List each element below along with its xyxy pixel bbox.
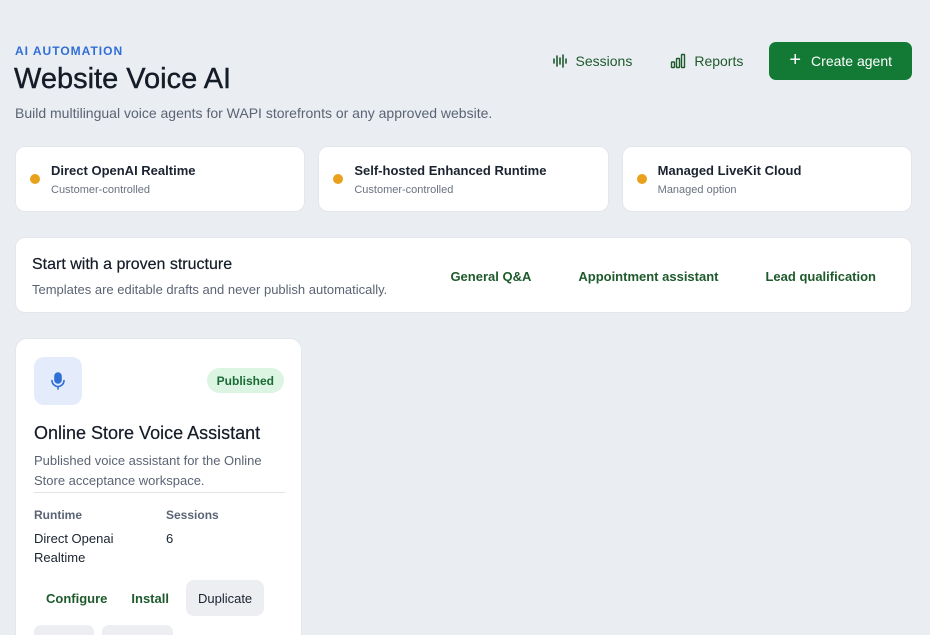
bar-chart-icon: [670, 53, 686, 69]
install-button[interactable]: Install: [119, 582, 181, 615]
runtime-name: Managed LiveKit Cloud: [657, 162, 802, 178]
templates-subtitle: Templates are editable drafts and never …: [32, 282, 388, 297]
eyebrow-label: AI AUTOMATION: [15, 44, 124, 58]
templates-title: Start with a proven structure: [32, 256, 233, 273]
agent-card: Published Online Store Voice Assistant P…: [15, 338, 302, 635]
runtime-name: Self-hosted Enhanced Runtime: [354, 162, 547, 178]
status-dot-icon: [333, 174, 344, 184]
runtime-sub: Customer-controlled: [51, 183, 151, 196]
status-dot-icon: [30, 174, 40, 184]
runtime-card-livekit: Managed LiveKit Cloud Managed option: [621, 146, 912, 212]
template-lead-qualification[interactable]: Lead qualification: [765, 261, 876, 292]
duplicate-button[interactable]: Duplicate: [185, 580, 265, 616]
configure-button[interactable]: Configure: [34, 582, 119, 615]
more-action-button[interactable]: [102, 625, 173, 635]
agent-name: Online Store Voice Assistant: [34, 423, 261, 443]
agent-description: Published voice assistant for the Online…: [34, 453, 262, 488]
sessions-button[interactable]: Sessions: [540, 42, 645, 80]
create-agent-label: Create agent: [811, 53, 892, 69]
runtime-card-self-hosted: Self-hosted Enhanced Runtime Customer-co…: [318, 146, 609, 212]
runtime-label: Runtime: [34, 508, 82, 522]
runtime-options: Direct OpenAI Realtime Customer-controll…: [15, 146, 912, 212]
sessions-label: Sessions: [575, 53, 633, 69]
agent-actions: Configure Install Duplicate: [34, 580, 265, 616]
more-actions: [34, 625, 173, 635]
status-badge: Published: [206, 368, 284, 393]
top-actions: Sessions Reports + Create agent: [540, 42, 912, 80]
sessions-label: Sessions: [166, 508, 219, 522]
runtime-value: Direct Openai Realtime: [34, 531, 114, 565]
waveform-icon: [552, 53, 568, 69]
microphone-icon: [34, 357, 82, 405]
more-action-button[interactable]: [34, 625, 94, 635]
plus-icon: +: [789, 49, 802, 71]
reports-label: Reports: [694, 53, 744, 69]
status-dot-icon: [636, 174, 647, 184]
runtime-name: Direct OpenAI Realtime: [51, 162, 196, 178]
runtime-sub: Customer-controlled: [354, 183, 454, 196]
divider: [34, 492, 285, 493]
create-agent-button[interactable]: + Create agent: [769, 42, 912, 80]
template-links: General Q&A Appointment assistant Lead q…: [450, 238, 911, 314]
template-appointment-assistant[interactable]: Appointment assistant: [578, 261, 718, 292]
page-subtitle: Build multilingual voice agents for WAPI…: [15, 105, 493, 121]
runtime-sub: Managed option: [657, 183, 737, 196]
template-general-qa[interactable]: General Q&A: [450, 261, 531, 292]
page-title: Website Voice AI: [14, 63, 232, 95]
templates-panel: Start with a proven structure Templates …: [15, 237, 912, 313]
runtime-card-openai: Direct OpenAI Realtime Customer-controll…: [15, 146, 306, 212]
reports-button[interactable]: Reports: [658, 42, 755, 80]
sessions-value: 6: [166, 531, 174, 546]
